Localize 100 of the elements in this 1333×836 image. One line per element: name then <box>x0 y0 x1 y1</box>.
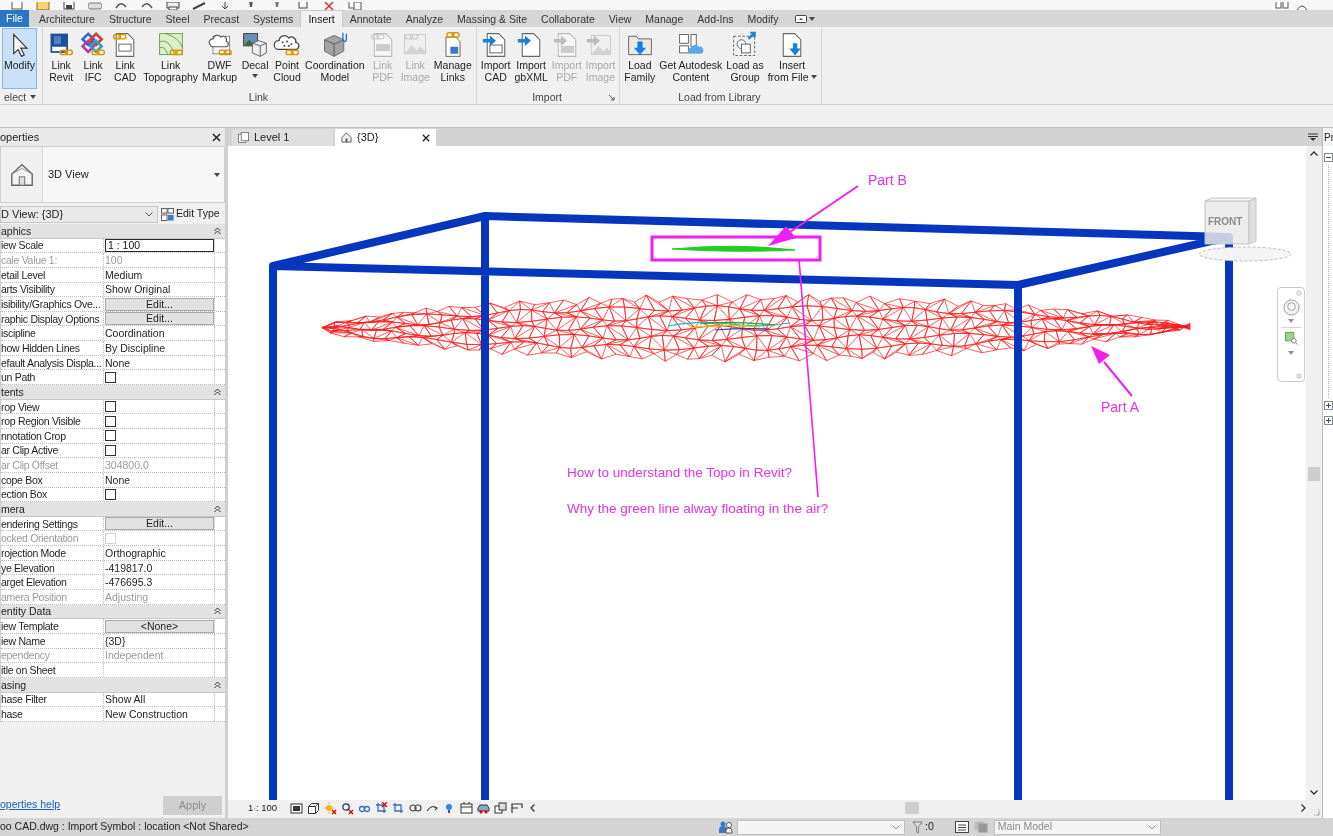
ribbon-button[interactable]: Get Autodesk Content <box>657 28 725 89</box>
expand-icon[interactable] <box>1324 401 1333 410</box>
edit-type-button[interactable]: Edit Type <box>160 205 225 223</box>
scroll-thumb[interactable] <box>905 802 919 814</box>
ribbon-button[interactable]: Import gbXML <box>512 28 550 89</box>
collapse-icon[interactable] <box>214 505 221 513</box>
box-icon[interactable] <box>307 801 320 815</box>
calendar-icon[interactable] <box>460 801 473 815</box>
ribbon-tab[interactable]: Analyze <box>398 10 451 27</box>
file-tab[interactable]: File <box>0 10 29 27</box>
ribbon-button[interactable]: Insert from File <box>765 28 819 89</box>
windows-icon[interactable] <box>348 2 362 10</box>
collapse-icon[interactable] <box>1324 153 1333 162</box>
squares-icon[interactable] <box>494 801 507 815</box>
checkbox[interactable] <box>105 371 116 383</box>
chevron-right-icon[interactable] <box>1301 804 1306 812</box>
chevron-down-icon[interactable] <box>1310 790 1318 795</box>
ribbon-button[interactable]: DWF Markup <box>200 28 240 89</box>
crop-icon[interactable] <box>375 801 388 815</box>
property-label: etail Level <box>1 268 45 281</box>
property-button[interactable]: Edit... <box>105 297 214 311</box>
ribbon-button[interactable]: Load as Group <box>724 28 766 89</box>
expand-icon[interactable] <box>1324 416 1333 425</box>
property-label: iew Template <box>1 620 59 633</box>
ribbon-button[interactable]: Load Family <box>622 28 658 89</box>
scroll-thumb[interactable] <box>1308 467 1320 481</box>
instance-dropdown[interactable]: D View: {3D} <box>0 205 158 223</box>
ribbon-tab[interactable]: View <box>601 10 639 27</box>
ribbon-tab[interactable]: Collaborate <box>534 10 602 27</box>
chevron-left-icon[interactable] <box>530 804 535 812</box>
resize-grip-icon <box>1312 808 1320 816</box>
ribbon-button[interactable]: Link CAD <box>109 28 142 89</box>
magnifier-icon[interactable] <box>341 801 354 815</box>
crop-icon[interactable] <box>392 801 405 815</box>
ribbon-button[interactable]: Link Topography <box>141 28 201 89</box>
ribbon-tab[interactable]: Architecture <box>31 10 102 27</box>
printer-icon[interactable] <box>166 2 180 10</box>
document-tab[interactable]: Level 1 <box>232 129 333 146</box>
document-tab[interactable]: {3D} <box>335 129 436 146</box>
checkbox[interactable] <box>105 415 116 427</box>
people-icon[interactable] <box>718 820 734 834</box>
ribbon-tab[interactable]: Systems <box>246 10 301 27</box>
ribbon-button[interactable]: Modify <box>2 28 37 89</box>
ribbon-tab[interactable]: Add-Ins <box>690 10 741 27</box>
close-icon[interactable] <box>422 133 430 142</box>
zoom-icon[interactable] <box>1284 332 1298 345</box>
collapse-icon[interactable] <box>214 226 221 235</box>
ribbon-tab[interactable]: Massing & Site <box>450 10 535 27</box>
ribbon-tab[interactable]: Precast <box>196 10 247 27</box>
type-selector[interactable]: 3D View <box>0 146 225 203</box>
arc-icon[interactable] <box>140 2 154 10</box>
arc-icon[interactable] <box>1295 2 1309 10</box>
ribbon-tab[interactable]: Manage <box>638 10 691 27</box>
checkbox[interactable] <box>105 430 116 442</box>
property-value: Orthographic <box>105 546 166 559</box>
ribbon-button[interactable]: Import CAD <box>478 28 513 89</box>
collapse-icon[interactable] <box>214 607 221 616</box>
close-icon[interactable] <box>212 132 221 142</box>
filter-icon[interactable] <box>912 820 923 834</box>
collapse-icon[interactable] <box>214 680 221 689</box>
collapse-icon[interactable] <box>214 387 221 396</box>
arc-icon[interactable] <box>114 2 128 10</box>
windows-icon[interactable] <box>1275 2 1289 10</box>
caret-icon <box>809 16 816 21</box>
panel-title: Load from Library <box>678 91 761 103</box>
ribbon-tab[interactable]: Insert <box>300 10 343 27</box>
car-icon[interactable] <box>477 801 490 815</box>
glasses-icon[interactable] <box>409 801 422 815</box>
ribbon-button[interactable]: Manage Links <box>431 28 474 89</box>
property-button[interactable]: <None> <box>105 619 214 633</box>
ribbon-tab[interactable]: Annotate <box>342 10 399 27</box>
window-icon[interactable] <box>290 801 303 815</box>
launcher-arrow-icon[interactable] <box>609 95 616 101</box>
annotation-note: How to understand the Topo in Revit? <box>567 465 792 481</box>
property-label: ependency <box>1 649 50 662</box>
ribbon-tab[interactable]: Structure <box>101 10 159 27</box>
property-label: ar Clip Offset <box>1 459 58 472</box>
ribbon-button[interactable]: Link Revit <box>45 28 78 89</box>
ribbon-button[interactable]: Point Cloud <box>271 28 304 89</box>
ribbon-button[interactable]: Link IFC <box>77 28 110 89</box>
property-button[interactable]: Edit... <box>105 517 214 531</box>
chevron-up-icon[interactable] <box>1310 151 1318 156</box>
checkbox[interactable] <box>105 444 116 456</box>
property-label: cope Box <box>1 473 43 486</box>
checkbox[interactable] <box>105 401 116 412</box>
corner-frame-icon[interactable] <box>511 801 524 815</box>
checkbox[interactable] <box>105 488 116 500</box>
help-link[interactable]: operties help <box>0 797 61 813</box>
chevron-down-icon <box>892 824 900 830</box>
ribbon-tab[interactable]: Modify <box>740 10 786 27</box>
property-label: ection Box <box>1 488 48 501</box>
property-button[interactable]: Edit... <box>105 312 214 326</box>
ribbon-button[interactable]: Coordination Model <box>303 28 367 89</box>
view-scale[interactable]: 1 : 100 <box>228 800 290 816</box>
capsule-icon[interactable] <box>88 2 102 10</box>
ribbon-button[interactable]: Decal <box>239 28 272 89</box>
sun-icon[interactable] <box>324 801 337 815</box>
ribbon-tab[interactable]: Steel <box>158 10 197 27</box>
menu-icon[interactable] <box>1308 133 1318 141</box>
list-icon[interactable] <box>954 821 969 833</box>
